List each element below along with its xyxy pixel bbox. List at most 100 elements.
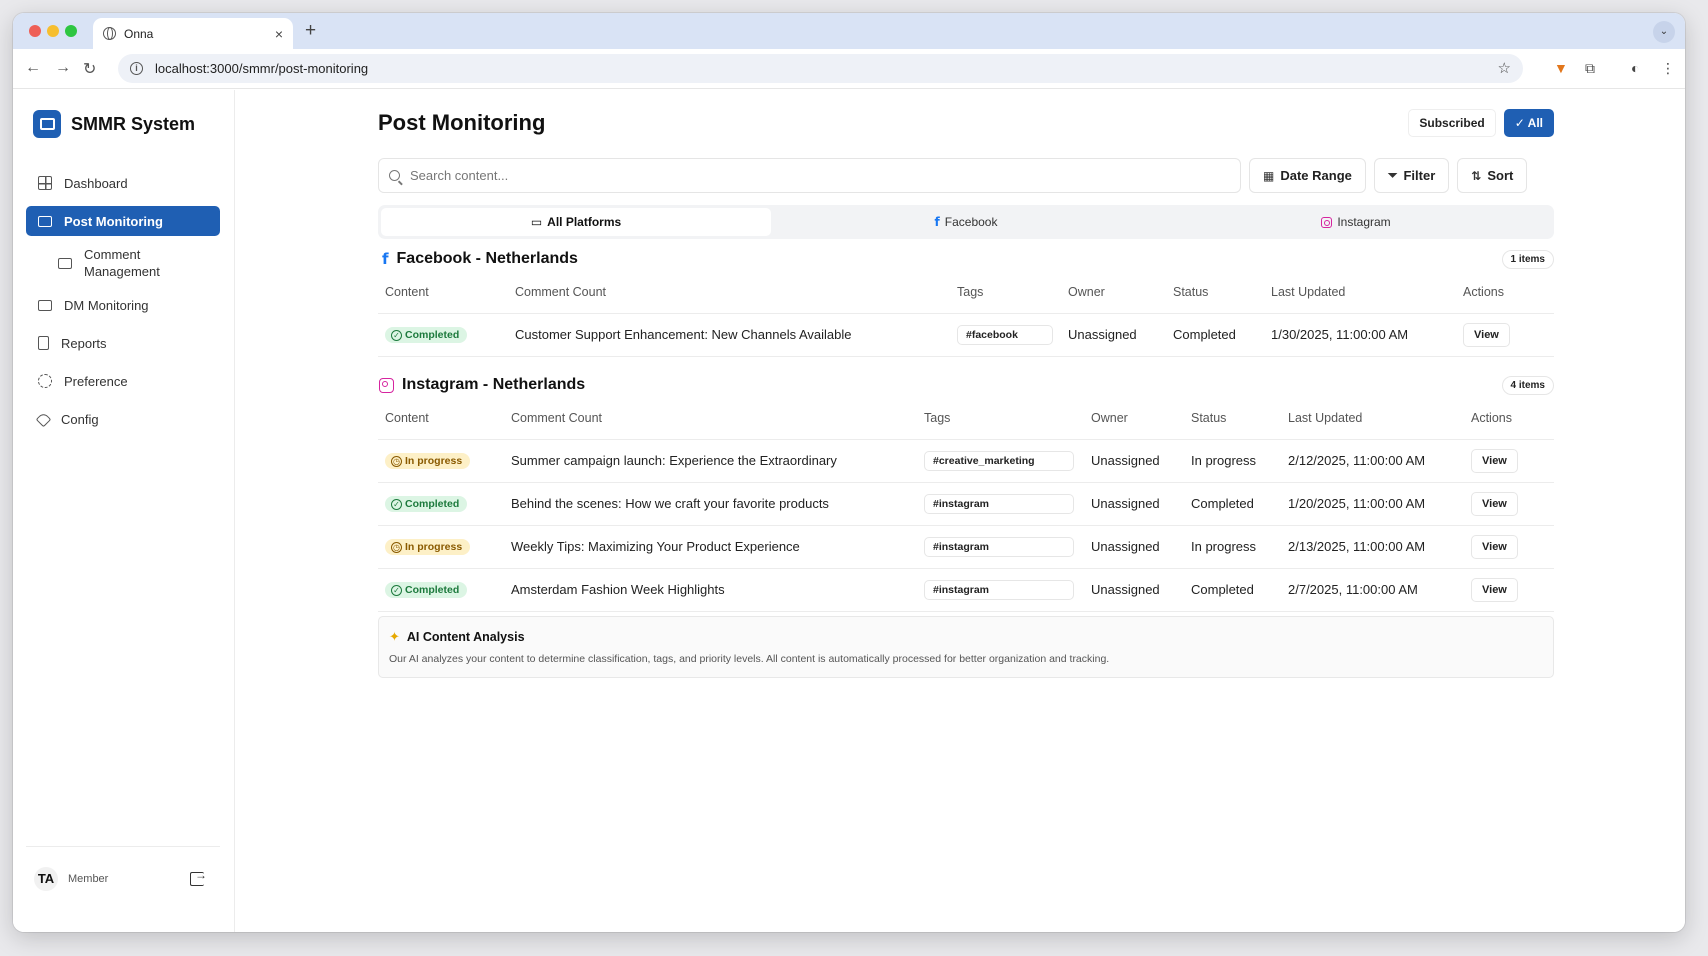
check-circle-icon: ✓ [391, 498, 402, 510]
instagram-icon [379, 377, 394, 393]
sidebar-nav: Dashboard Post Monitoring Comment Manage… [26, 168, 220, 442]
sidebar-item-label: Preference [64, 373, 128, 389]
sidebar-item-comment-management[interactable]: Comment Management [26, 244, 220, 282]
sidebar-item-config[interactable]: Config [26, 404, 220, 434]
column-header: Content [378, 397, 504, 440]
ai-panel-title: AI Content Analysis [406, 630, 525, 644]
tag-chip[interactable]: #instagram [924, 536, 1074, 557]
user-footer: TA Member [26, 846, 220, 891]
facebook-section: f Facebook - Netherlands 1 items Content… [378, 247, 1554, 357]
new-tab-button[interactable]: + [305, 20, 316, 42]
status-badge: ✓ Completed [385, 496, 468, 513]
tab-instagram[interactable]: Instagram [1161, 208, 1551, 236]
brand[interactable]: SMMR System [33, 110, 195, 138]
maximize-window-button[interactable] [65, 25, 77, 37]
search-input[interactable] [410, 168, 1210, 183]
view-button[interactable]: View [1471, 577, 1518, 602]
subscribed-button[interactable]: Subscribed [1408, 109, 1496, 137]
tab-facebook[interactable]: f Facebook [771, 208, 1161, 236]
metamask-extension-icon[interactable]: ▼ [1554, 60, 1568, 76]
column-header: Last Updated [1281, 397, 1464, 440]
minimize-window-button[interactable] [47, 25, 59, 37]
table-header-row: Content Comment Count Tags Owner Status … [378, 397, 1554, 440]
search-toolbar: ▦ Date Range ⏷ Filter ⇅ Sort [378, 158, 1554, 193]
tab-search-button[interactable]: ⌄ [1653, 21, 1675, 43]
forward-icon[interactable]: → [55, 59, 71, 77]
table-header-row: Content Comment Count Tags Owner Status … [378, 271, 1554, 314]
status-badge: ◷ In progress [385, 453, 471, 470]
status-cell: Completed [1184, 568, 1281, 612]
facebook-icon: f [934, 215, 940, 229]
column-header: Tags [917, 397, 1084, 440]
status-badge: ✓ Completed [385, 327, 468, 344]
table-row: ✓ Completed Amsterdam Fashion Week Highli… [378, 568, 1554, 612]
site-info-icon[interactable]: i [130, 62, 143, 75]
view-button[interactable]: View [1471, 491, 1518, 516]
back-icon[interactable]: ← [25, 59, 41, 77]
sidebar-item-label: Config [61, 411, 99, 427]
avatar[interactable]: TA [34, 867, 58, 891]
dashboard-icon [38, 176, 52, 190]
close-window-button[interactable] [29, 25, 41, 37]
view-button[interactable]: View [1463, 322, 1510, 347]
tag-chip[interactable]: #instagram [924, 579, 1074, 600]
check-circle-icon: ✓ [391, 329, 402, 341]
view-button[interactable]: View [1471, 534, 1518, 559]
profile-avatar-icon[interactable]: ◐ [1631, 60, 1639, 76]
brand-title: SMMR System [71, 113, 196, 134]
column-header: Status [1166, 271, 1264, 314]
gear-icon [38, 374, 52, 388]
table-row: ◷ In progress Weekly Tips: Maximizing You… [378, 525, 1554, 569]
browser-menu-icon[interactable]: ⋮ [1661, 60, 1675, 77]
sidebar-item-post-monitoring[interactable]: Post Monitoring [26, 206, 220, 236]
tag-chip[interactable]: #creative_marketing [924, 450, 1074, 471]
browser-toolbar: ← → ↻ i localhost:3000/smmr/post-monitor… [13, 49, 1685, 89]
sort-icon: ⇅ [1471, 168, 1482, 183]
column-header: Tags [950, 271, 1061, 314]
tab-label: All Platforms [547, 215, 622, 229]
browser-tab[interactable]: Onna × [93, 18, 293, 49]
sidebar-item-dm-monitoring[interactable]: DM Monitoring [26, 290, 220, 320]
last-updated-cell: 1/30/2025, 11:00:00 AM [1264, 313, 1456, 357]
status-badge-label: Completed [405, 329, 460, 342]
view-button[interactable]: View [1471, 448, 1518, 473]
filter-button[interactable]: ⏷ Filter [1373, 158, 1450, 193]
post-content: Summer campaign launch: Experience the E… [504, 439, 917, 483]
subscription-toggle: Subscribed ✓ All [1408, 109, 1554, 137]
close-tab-icon[interactable]: × [275, 26, 283, 42]
last-updated-cell: 2/7/2025, 11:00:00 AM [1281, 568, 1464, 612]
ai-panel-header: ✦ AI Content Analysis [389, 629, 1543, 645]
sidebar-item-preference[interactable]: Preference [26, 366, 220, 396]
all-button[interactable]: ✓ All [1503, 109, 1554, 137]
status-badge-label: In progress [405, 455, 463, 468]
extensions-puzzle-icon[interactable]: ⧉ [1585, 60, 1595, 77]
date-range-button[interactable]: ▦ Date Range [1249, 158, 1366, 193]
owner-cell: Unassigned [1084, 439, 1184, 483]
sidebar-item-dashboard[interactable]: Dashboard [26, 168, 220, 198]
tab-all-platforms[interactable]: ▭ All Platforms [381, 208, 771, 236]
sidebar-item-label: Post Monitoring [64, 213, 163, 229]
address-bar[interactable]: i localhost:3000/smmr/post-monitoring ☆ [118, 54, 1523, 83]
page-title: Post Monitoring [378, 110, 546, 135]
tag-chip[interactable]: #instagram [924, 493, 1074, 514]
clock-icon: ◷ [391, 455, 402, 467]
status-badge-label: In progress [405, 541, 463, 554]
sidebar-item-reports[interactable]: Reports [26, 328, 220, 358]
section-header: Instagram - Netherlands 4 items [378, 373, 1554, 397]
reload-icon[interactable]: ↻ [83, 59, 96, 79]
clock-icon: ◷ [391, 541, 402, 553]
user-role: Member [68, 873, 109, 885]
logout-icon[interactable] [190, 868, 207, 886]
bookmark-star-icon[interactable]: ☆ [1498, 59, 1511, 77]
column-header: Comment Count [504, 397, 917, 440]
table-row: ◷ In progress Summer campaign launch: Exp… [378, 439, 1554, 483]
comment-icon [58, 257, 72, 269]
item-count-badge: 1 items [1501, 249, 1554, 269]
post-content: Amsterdam Fashion Week Highlights [504, 568, 917, 612]
owner-cell: Unassigned [1061, 313, 1166, 357]
post-content: Weekly Tips: Maximizing Your Product Exp… [504, 525, 917, 569]
owner-cell: Unassigned [1084, 525, 1184, 569]
section-title: Facebook - Netherlands [396, 250, 578, 267]
tag-chip[interactable]: #facebook [957, 324, 1053, 345]
sort-button[interactable]: ⇅ Sort [1457, 158, 1528, 193]
